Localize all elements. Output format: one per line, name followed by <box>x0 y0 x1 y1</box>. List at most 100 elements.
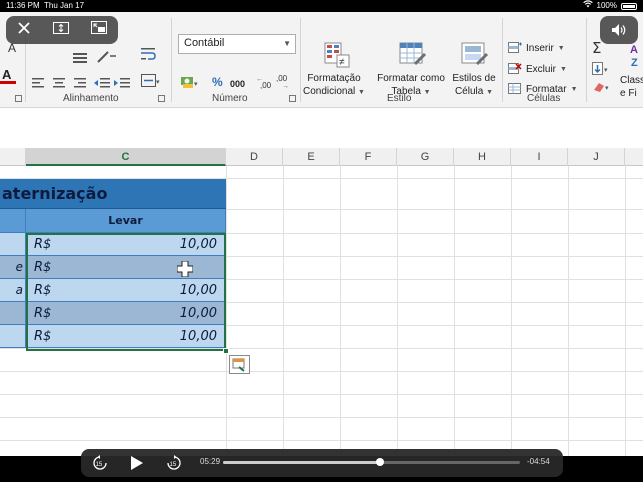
close-icon[interactable] <box>17 21 31 40</box>
table-row[interactable]: R$ 10,00 <box>0 233 226 256</box>
number-format-value: Contábil <box>184 37 225 49</box>
column-header-c[interactable]: C <box>26 148 226 166</box>
decrease-decimal-icon[interactable]: ,00 → <box>276 74 294 90</box>
align-left-icon[interactable] <box>32 76 46 88</box>
table-row[interactable]: R$ 10,00 <box>0 302 226 325</box>
conditional-formatting-label[interactable]: Formatação Condicional ▼ <box>303 72 365 99</box>
battery-percent: 100% <box>596 1 617 10</box>
play-button[interactable] <box>129 455 145 476</box>
delete-cells-button[interactable]: Excluir ▼ <box>508 63 567 75</box>
chevron-down-icon: ▼ <box>358 89 365 96</box>
status-bar: 11:36 PM Thu Jan 17 100% <box>0 0 643 12</box>
clear-icon[interactable]: ▾ <box>592 80 612 94</box>
number-launcher-icon[interactable] <box>289 95 296 102</box>
align-center-icon[interactable] <box>52 76 66 88</box>
delete-cells-icon <box>508 63 522 74</box>
cell-c[interactable]: R$ 10,00 <box>26 325 226 348</box>
merge-center-icon[interactable]: ▾ <box>141 74 161 88</box>
chevron-down-icon: ▼ <box>570 85 578 93</box>
table-title-cell[interactable]: aternização <box>0 179 226 209</box>
column-header-g[interactable]: G <box>397 148 454 166</box>
cells-group-label: Células <box>527 93 561 104</box>
conditional-formatting-icon[interactable]: ≠ <box>324 42 350 70</box>
column-header-h[interactable]: H <box>454 148 511 166</box>
scrubber-thumb[interactable] <box>376 458 385 466</box>
decrease-indent-icon[interactable] <box>94 76 110 88</box>
cell-b[interactable]: a <box>0 279 26 302</box>
elapsed-time: 05:29 <box>200 457 221 466</box>
svg-text:▾: ▾ <box>604 67 608 74</box>
currency-symbol: R$ <box>34 283 52 298</box>
fit-screen-icon[interactable] <box>53 21 69 39</box>
skip-forward-button[interactable]: 15 <box>165 454 183 477</box>
formula-bar-area[interactable] <box>0 109 643 149</box>
column-header-e[interactable]: E <box>283 148 340 166</box>
alignment-group-label: Alinhamento <box>63 93 119 104</box>
cell-b[interactable] <box>0 233 26 256</box>
cell-amount: 10,00 <box>179 283 217 298</box>
thousands-separator-button[interactable]: 000 <box>230 78 245 91</box>
play-icon <box>131 456 143 470</box>
fill-handle[interactable] <box>223 348 229 354</box>
separator <box>171 18 172 102</box>
font-color-icon[interactable]: A <box>0 64 22 86</box>
font-launcher-icon[interactable] <box>15 95 22 102</box>
status-right: 100% <box>582 0 637 12</box>
insert-cells-button[interactable]: Inserir ▼ <box>508 42 565 54</box>
align-right-icon[interactable] <box>72 76 86 88</box>
alignment-launcher-icon[interactable] <box>158 95 165 102</box>
align-middle-icon[interactable] <box>72 50 88 64</box>
header-cell-c[interactable]: Levar <box>26 209 226 233</box>
column-header-i[interactable]: I <box>511 148 568 166</box>
currency-symbol: R$ <box>34 329 52 344</box>
sort-filter-icon[interactable]: AZ <box>628 42 643 69</box>
quick-analysis-button[interactable] <box>229 355 250 374</box>
cell-styles-line1: Estilos de <box>452 73 496 84</box>
svg-text:▾: ▾ <box>156 79 160 86</box>
volume-button[interactable] <box>600 16 638 44</box>
orientation-icon[interactable] <box>96 50 118 64</box>
increase-decimal-icon[interactable]: ← ,00 <box>256 74 274 90</box>
cell-b[interactable]: e <box>0 256 26 279</box>
cell-b[interactable] <box>0 325 26 348</box>
cell-c[interactable]: R$ 10,00 <box>26 302 226 325</box>
insert-cells-icon <box>508 42 522 53</box>
column-header-d[interactable]: D <box>226 148 283 166</box>
column-header-f[interactable]: F <box>340 148 397 166</box>
sort-filter-label[interactable]: Class e Fi <box>620 74 643 100</box>
skip-back-button[interactable]: 15 <box>91 454 109 477</box>
cell-b[interactable] <box>0 302 26 325</box>
chevron-down-icon: ▼ <box>283 39 291 48</box>
svg-text:≠: ≠ <box>339 57 345 68</box>
scrubber-track[interactable] <box>223 458 520 466</box>
style-group-label: Estilo <box>387 93 412 104</box>
picture-in-picture-icon[interactable] <box>91 21 107 39</box>
fill-icon[interactable]: ▾ <box>592 62 612 76</box>
quick-analysis-icon <box>232 358 245 372</box>
cell-c[interactable]: R$ 10,00 <box>26 279 226 302</box>
svg-text:A: A <box>630 44 638 56</box>
worksheet-grid[interactable]: aternização Levar R$ 10,00 e R$ a R$ 10,… <box>0 166 643 456</box>
currency-symbol: R$ <box>34 237 52 252</box>
header-cell-b[interactable] <box>0 209 26 233</box>
skip-forward-label: 15 <box>170 462 177 468</box>
cell-styles-icon[interactable] <box>461 42 489 68</box>
cell-c[interactable]: R$ 10,00 <box>26 233 226 256</box>
format-cells-icon <box>508 83 521 94</box>
format-as-table-line1: Formatar como <box>377 73 445 84</box>
table-row[interactable]: R$ 10,00 <box>0 325 226 348</box>
format-as-table-icon[interactable] <box>399 42 427 68</box>
cell-c[interactable]: R$ <box>26 256 226 279</box>
accounting-format-icon[interactable]: ▾ <box>180 74 200 90</box>
currency-symbol: R$ <box>34 260 52 275</box>
column-header-b[interactable] <box>0 148 26 166</box>
wrap-text-icon[interactable] <box>141 47 157 61</box>
percent-button[interactable]: % <box>212 76 223 89</box>
table-row[interactable]: a R$ 10,00 <box>0 279 226 302</box>
cell-styles-label[interactable]: Estilos de Célula ▼ <box>449 72 499 99</box>
svg-text:▾: ▾ <box>605 85 609 92</box>
conditional-formatting-line2: Condicional <box>303 86 356 97</box>
increase-indent-icon[interactable] <box>114 76 130 88</box>
number-format-dropdown[interactable]: Contábil ▼ <box>178 34 296 54</box>
column-header-j[interactable]: J <box>568 148 625 166</box>
